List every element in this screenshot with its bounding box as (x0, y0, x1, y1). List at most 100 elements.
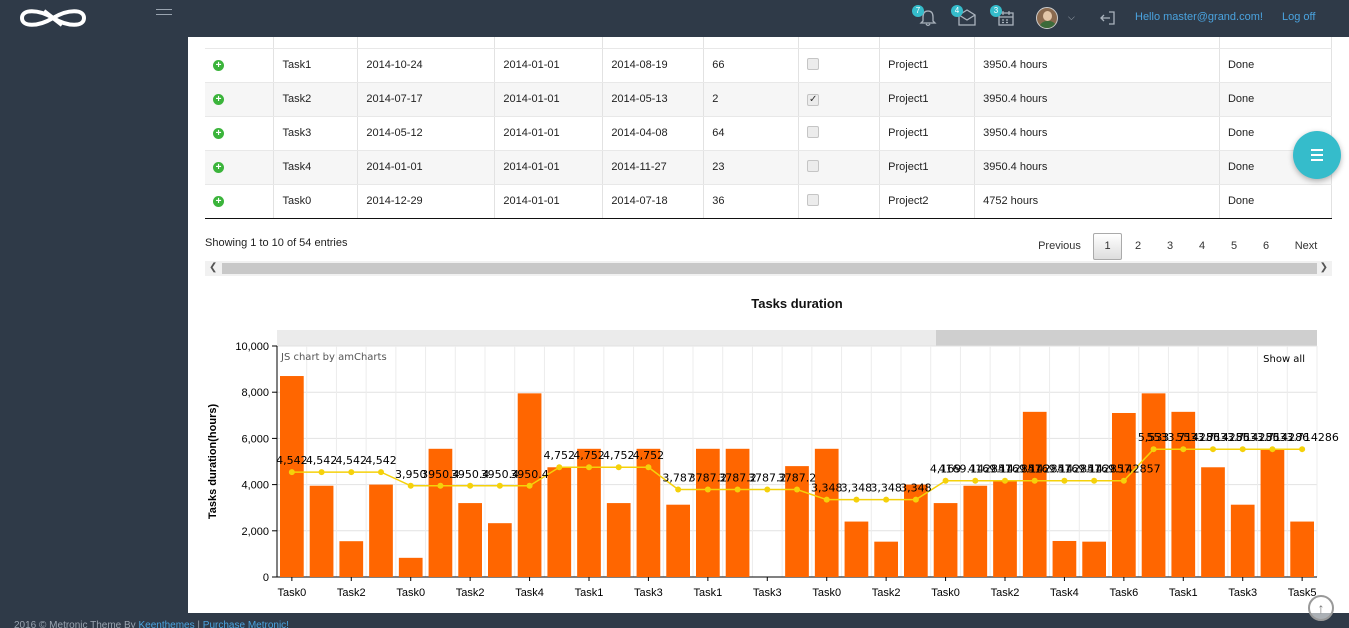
y-tick-label: 10,000 (235, 341, 269, 353)
line-point (288, 469, 295, 476)
horizontal-scrollbar[interactable]: ❮ ❯ (205, 261, 1332, 276)
line-point (883, 496, 890, 503)
table-row (205, 37, 1333, 49)
footer-author-link[interactable]: Keenthemes (138, 620, 194, 628)
pagination-next[interactable]: Next (1282, 240, 1330, 252)
line-point (378, 469, 384, 476)
pagination-page[interactable]: 6 (1250, 240, 1282, 252)
table-row: + Task3 2014-05-12 2014-01-01 2014-04-08 64 Pr… (205, 116, 1333, 151)
bar (1022, 411, 1047, 577)
bar (963, 485, 988, 577)
tasks-table: + Task1 2014-10-24 2014-01-01 2014-08-19 66 Pr… (205, 37, 1333, 219)
bar (1260, 448, 1285, 577)
row-checkbox[interactable]: ✓ (807, 93, 820, 106)
line-point (1120, 477, 1127, 484)
scroll-to-top-button[interactable]: ↑ (1308, 595, 1334, 621)
pagination-page[interactable]: 4 (1186, 240, 1218, 252)
line-point (1210, 446, 1216, 453)
top-navbar: 7 4 3 ⌵ Hello master@grand.com! Log off (0, 0, 1349, 37)
row-checkbox[interactable] (807, 125, 820, 138)
bar (280, 376, 304, 577)
pagination-page[interactable]: 2 (1122, 240, 1154, 252)
data-label: 4,752 (633, 449, 665, 462)
pagination-page[interactable]: 3 (1154, 240, 1186, 252)
logo-icon[interactable] (14, 3, 92, 33)
table-cell: Task2 (273, 82, 359, 117)
scroll-right-icon[interactable]: ❯ (1320, 262, 1328, 273)
expand-row-icon[interactable]: + (213, 196, 224, 207)
chevron-down-icon[interactable]: ⌵ (1068, 12, 1075, 23)
bar (1141, 393, 1166, 577)
row-checkbox[interactable] (807, 159, 820, 172)
show-all-button[interactable]: Show all (1263, 354, 1305, 365)
sidebar (0, 37, 188, 613)
data-label: 4,542 (365, 454, 397, 467)
bar (398, 557, 423, 577)
logoff-link[interactable]: Log off (1282, 11, 1315, 23)
bar (696, 448, 720, 577)
line-point (586, 464, 592, 471)
expand-row-icon[interactable]: + (213, 60, 224, 71)
table-cell: 2014-04-08 (602, 116, 705, 151)
messages-button[interactable]: 4 (951, 5, 977, 28)
line-point (437, 482, 444, 489)
data-label: 3950.4 (510, 468, 548, 481)
table-row: + Task2 2014-07-17 2014-01-01 2014-05-13 2 ✓ Pr… (205, 82, 1333, 117)
data-label: 3,348 (811, 482, 843, 495)
line-point (1091, 477, 1098, 484)
quick-menu-button[interactable] (1293, 131, 1341, 179)
user-greeting[interactable]: Hello master@grand.com! (1135, 11, 1263, 23)
line-point (1061, 477, 1068, 484)
table-cell: 36 (703, 184, 800, 219)
x-tick-label: Task2 (337, 587, 366, 599)
x-tick-label: Task4 (515, 587, 544, 599)
bar (844, 521, 869, 577)
pagination-page[interactable]: 1 (1093, 232, 1122, 260)
calendar-button[interactable]: 3 (990, 5, 1016, 28)
y-tick-label: 6,000 (241, 433, 269, 445)
bar (725, 448, 750, 577)
bar (1052, 540, 1077, 577)
bar (369, 484, 393, 577)
table-row: + Task4 2014-01-01 2014-01-01 2014-11-27 23 Pr… (205, 150, 1333, 185)
bar (1230, 504, 1255, 577)
line-point (1299, 446, 1306, 453)
menu-toggle-button[interactable] (156, 9, 172, 19)
x-tick-label: Task3 (753, 587, 782, 599)
table-cell: 2014-11-27 (602, 150, 705, 185)
data-label: 4,542 (336, 454, 368, 467)
expand-row-icon[interactable]: + (213, 128, 224, 139)
line-point (972, 477, 979, 484)
expand-row-icon[interactable]: + (213, 162, 224, 173)
notifications-badge: 7 (912, 5, 924, 17)
pagination-previous[interactable]: Previous (1028, 240, 1091, 252)
table-cell: 2 (703, 82, 800, 117)
row-checkbox[interactable] (807, 193, 820, 206)
line-point (675, 486, 682, 493)
line-point (764, 486, 771, 493)
footer: 2016 © Metronic Theme By Keenthemes | Pu… (14, 620, 289, 628)
scroll-left-icon[interactable]: ❮ (209, 262, 217, 273)
row-checkbox[interactable] (807, 57, 820, 70)
scrollbar-thumb[interactable] (222, 263, 1317, 274)
x-tick-label: Task2 (456, 587, 485, 599)
expand-row-icon[interactable]: + (213, 94, 224, 105)
main-content: + Task1 2014-10-24 2014-01-01 2014-08-19 66 Pr… (188, 37, 1349, 613)
bar (339, 541, 364, 577)
logout-icon[interactable] (1098, 8, 1118, 28)
line-point (615, 464, 622, 471)
x-tick-label: Task0 (931, 587, 960, 599)
y-tick-label: 4,000 (241, 480, 269, 492)
notifications-button[interactable]: 7 (912, 5, 938, 28)
line-point (348, 469, 355, 476)
footer-purchase-link[interactable]: Purchase Metronic! (203, 620, 289, 628)
avatar[interactable] (1036, 7, 1058, 29)
table-cell: 3950.4 hours (974, 150, 1220, 185)
pagination-page[interactable]: 5 (1218, 240, 1250, 252)
chart-scrollbar-thumb[interactable] (936, 330, 1317, 346)
line-point (1150, 446, 1157, 453)
line-point (1180, 446, 1187, 453)
table-cell: 2014-01-01 (494, 184, 604, 219)
line-point (823, 496, 830, 503)
bar (309, 485, 334, 577)
